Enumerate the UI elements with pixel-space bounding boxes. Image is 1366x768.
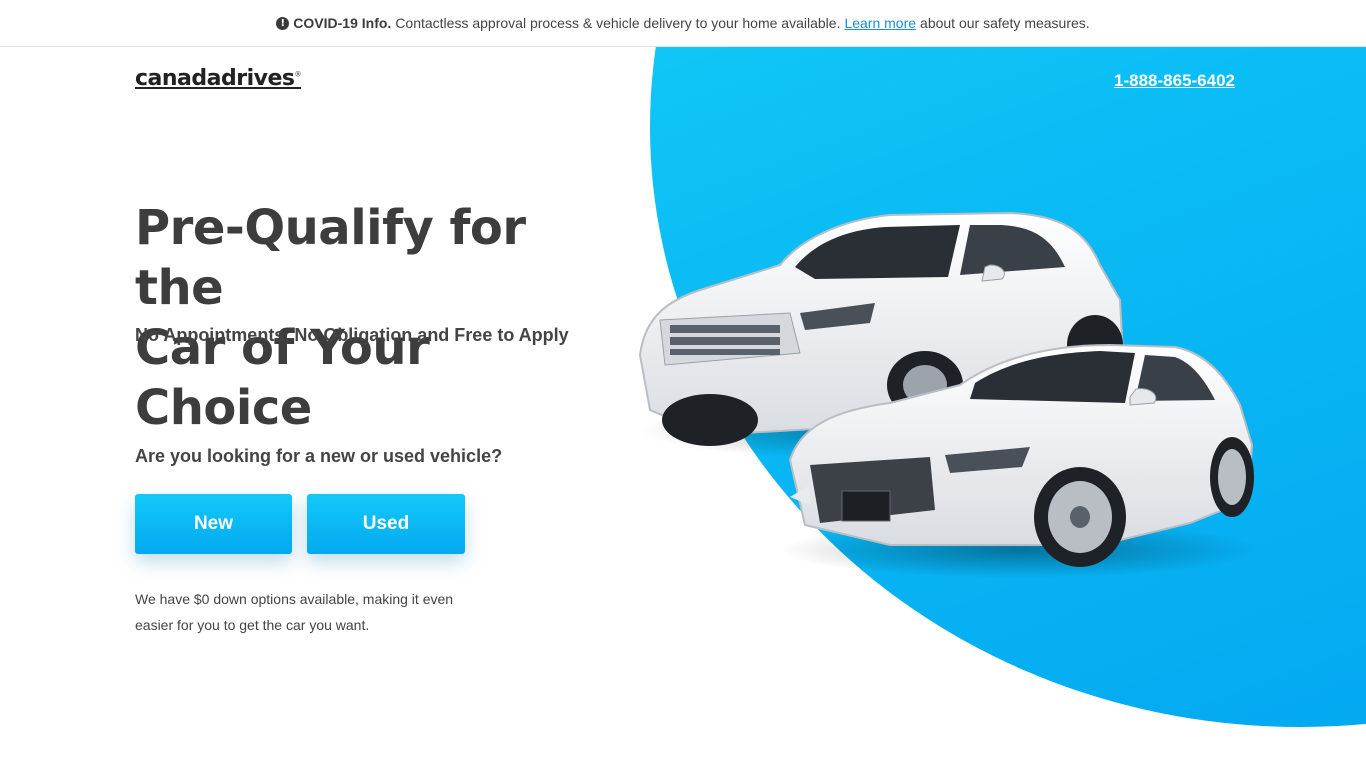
covid-banner-text-after: about our safety measures. bbox=[920, 15, 1090, 31]
page-headline: Pre-Qualify for the Car of Your Choice bbox=[135, 198, 615, 438]
used-vehicle-button[interactable]: Used bbox=[307, 494, 465, 554]
covid-banner-text: Contactless approval process & vehicle d… bbox=[395, 15, 841, 31]
covid-banner-title: COVID-19 Info. bbox=[293, 15, 392, 31]
phone-number-link[interactable]: 1-888-865-6402 bbox=[1114, 71, 1235, 91]
alert-circle-icon: ! bbox=[276, 16, 290, 30]
headline-line-1: Pre-Qualify for the bbox=[135, 200, 526, 316]
canada-drives-logo[interactable]: canadadrives® bbox=[135, 66, 301, 91]
down-payment-note: We have $0 down options available, makin… bbox=[135, 591, 454, 633]
learn-more-link[interactable]: Learn more bbox=[844, 15, 916, 31]
new-vehicle-button[interactable]: New bbox=[135, 494, 292, 554]
vehicle-type-question: Are you looking for a new or used vehicl… bbox=[135, 446, 503, 466]
cars-image bbox=[638, 211, 1260, 578]
page-subheading: No Appointments, No Obligation and Free … bbox=[135, 325, 569, 345]
covid-banner: ! COVID-19 Info. Contactless approval pr… bbox=[0, 0, 1366, 47]
